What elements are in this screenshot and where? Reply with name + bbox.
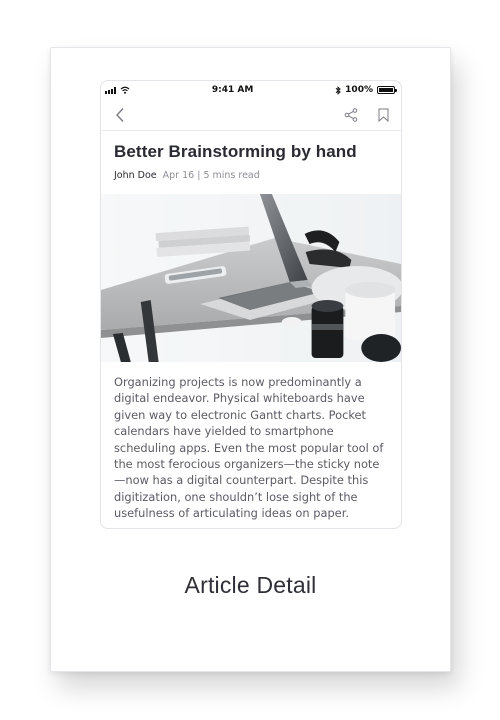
wifi-icon bbox=[120, 86, 130, 94]
article-title: Better Brainstorming by hand bbox=[114, 142, 357, 161]
battery-percent: 100% bbox=[345, 85, 373, 95]
battery-icon bbox=[376, 86, 397, 94]
article-date-readtime: Apr 16 | 5 mins read bbox=[162, 170, 260, 181]
chevron-left-icon[interactable] bbox=[115, 107, 125, 123]
signal-icon bbox=[105, 86, 116, 94]
article-body: Organizing projects is now predominantly… bbox=[114, 375, 384, 521]
phone-frame: 9:41 AM 100% Better Brainstorming by han… bbox=[100, 80, 402, 529]
status-time: 9:41 AM bbox=[211, 85, 254, 95]
status-right: 100% bbox=[335, 85, 397, 95]
nav-bar bbox=[101, 99, 401, 131]
status-left bbox=[105, 86, 130, 94]
author-name[interactable]: John Doe bbox=[114, 170, 157, 181]
screen-caption: Article Detail bbox=[184, 572, 317, 598]
status-bar: 9:41 AM 100% bbox=[101, 81, 401, 99]
article-hero-image bbox=[101, 194, 401, 362]
share-icon[interactable] bbox=[344, 107, 358, 122]
article-meta: John Doe Apr 16 | 5 mins read bbox=[101, 162, 401, 181]
bluetooth-icon bbox=[335, 85, 341, 95]
screen-card: 9:41 AM 100% Better Brainstorming by han… bbox=[50, 47, 451, 672]
nav-actions bbox=[344, 107, 389, 122]
bookmark-icon[interactable] bbox=[378, 108, 389, 122]
